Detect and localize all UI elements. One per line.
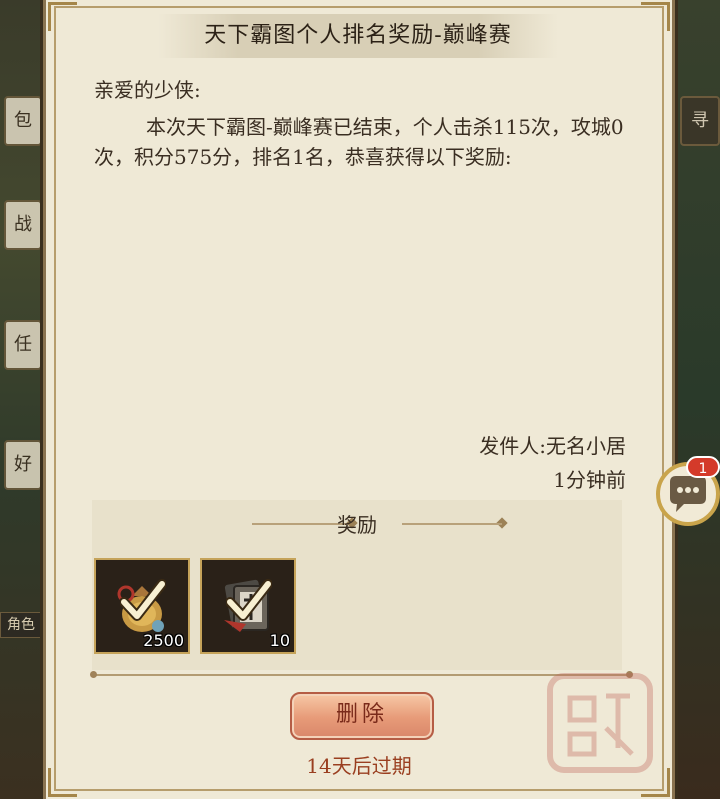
reward-section: 奖励 2500 10: [92, 500, 622, 670]
side-tab-friend[interactable]: 好: [4, 440, 42, 490]
reward-item-slot[interactable]: 10: [200, 558, 296, 654]
mail-time: 1分钟前: [553, 468, 626, 492]
corner-ornament: [48, 2, 77, 31]
reward-header: 奖励: [92, 510, 622, 540]
item-count: 2500: [143, 631, 184, 650]
check-icon: [226, 579, 272, 621]
notification-badge: 1: [686, 456, 720, 478]
game-screen: 包 战 任 好 角色 寻 天下霸图个人排名奖励-巅峰赛 亲爱的少侠: 本次天下霸…: [0, 0, 720, 799]
mail-panel: 天下霸图个人排名奖励-巅峰赛 亲爱的少侠: 本次天下霸图-巅峰赛已结束，个人击杀…: [46, 0, 672, 799]
reward-item-slot[interactable]: 2500: [94, 558, 190, 654]
mail-body: 本次天下霸图-巅峰赛已结束，个人击杀115次，攻城0次，积分575分，排名1名，…: [94, 115, 624, 169]
delete-button[interactable]: 删除: [290, 692, 434, 740]
side-tab-task[interactable]: 任: [4, 320, 42, 370]
side-tab-bag[interactable]: 包: [4, 96, 42, 146]
corner-ornament: [641, 2, 670, 31]
mail-title: 天下霸图个人排名奖励-巅峰赛: [158, 14, 558, 58]
role-label[interactable]: 角色: [0, 612, 42, 638]
reward-title: 奖励: [337, 513, 377, 537]
divider-dot: [90, 671, 97, 678]
mail-greeting: 亲爱的少侠:: [94, 78, 201, 102]
divider: [402, 523, 502, 525]
side-tab-right[interactable]: 寻: [680, 96, 720, 146]
expire-notice: 14天后过期: [306, 754, 412, 778]
item-count: 10: [269, 631, 290, 650]
side-tab-battle[interactable]: 战: [4, 200, 42, 250]
check-icon: [120, 579, 166, 621]
mail-sender: 发件人:无名小居: [479, 434, 626, 458]
